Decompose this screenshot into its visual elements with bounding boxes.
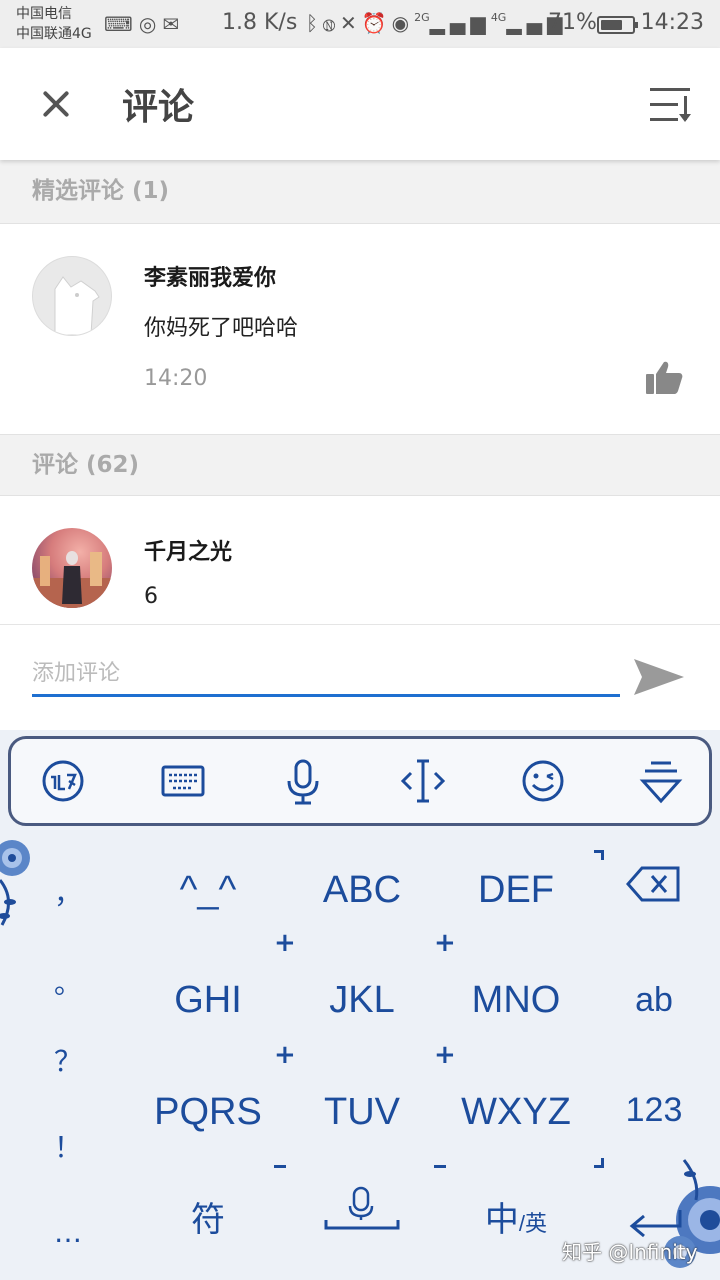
punctuation-key[interactable]: ？ (38, 1040, 98, 1080)
grid-separator: + (274, 1040, 296, 1070)
key-123[interactable]: 123 (574, 1080, 720, 1140)
key-emoticon[interactable]: ^_^ (128, 860, 288, 920)
key-def[interactable]: DEF (436, 860, 596, 920)
featured-section-header: 精选评论 (1) (0, 160, 720, 224)
grid-corner (434, 1158, 446, 1168)
wechat-icon: ✉ (162, 12, 186, 36)
thumbs-up-icon-svg (646, 361, 683, 394)
space-mic-icon[interactable] (282, 1182, 442, 1242)
collapse-keyboard-icon[interactable] (637, 757, 685, 805)
grid-corner (594, 850, 604, 860)
close-icon[interactable] (36, 84, 76, 124)
comments-section-header: 评论 (62) (0, 434, 720, 496)
photo-avatar-image (32, 551, 112, 608)
backspace-icon[interactable] (626, 864, 682, 916)
keyboard-toolbar (8, 736, 712, 826)
cursor-icon[interactable] (399, 757, 447, 805)
battery-percent: 71% (548, 10, 597, 35)
carrier-info: 中国电信 中国联通4G (16, 4, 92, 44)
avatar[interactable] (32, 256, 112, 336)
emoji-icon[interactable] (519, 757, 567, 805)
featured-comment[interactable]: 李素丽我爱你 你妈死了吧哈哈 14:20 (0, 224, 720, 434)
page-title: 评论 (122, 87, 195, 128)
lang-sub: 英 (525, 1211, 548, 1236)
carrier-1: 中国电信 (16, 6, 72, 22)
network-speed: 1.8 K/s (222, 10, 298, 35)
key-jkl[interactable]: JKL (282, 970, 442, 1030)
grid-separator: + (434, 928, 456, 958)
watermark: 知乎 @Infinity (562, 1240, 698, 1264)
key-ghi[interactable]: GHI (128, 970, 288, 1030)
carrier-2: 中国联通4G (16, 26, 92, 42)
key-ab[interactable]: ab (574, 970, 720, 1030)
lang-main: 中 (484, 1201, 519, 1239)
comment-input-bar (0, 624, 720, 730)
key-abc[interactable]: ABC (282, 860, 442, 920)
sort-icon[interactable] (648, 86, 694, 124)
comment-username[interactable]: 李素丽我爱你 (144, 260, 276, 292)
punctuation-key[interactable]: … (38, 1216, 98, 1249)
key-pqrs[interactable]: PQRS (128, 1082, 288, 1142)
battery-icon (597, 16, 638, 34)
thumbs-up-icon[interactable] (644, 360, 684, 396)
grid-separator: + (434, 1040, 456, 1070)
comment-content: 6 (144, 584, 158, 609)
notification-icons: ⌨◎✉ (104, 12, 185, 36)
key-mno[interactable]: MNO (436, 970, 596, 1030)
microphone-icon[interactable] (279, 757, 327, 805)
grid-corner (274, 1158, 286, 1168)
mute-icon: ✕ (340, 11, 362, 35)
keyboard-icon[interactable] (159, 757, 207, 805)
network-label-2g: 2G (414, 11, 430, 24)
grid-corner (594, 1158, 604, 1168)
comment-username[interactable]: 千月之光 (144, 534, 232, 566)
sort-bar (650, 88, 690, 91)
sort-bar (650, 118, 678, 121)
send-icon[interactable] (632, 655, 686, 699)
nfc-icon: Ⓝ (323, 11, 340, 35)
key-tuv[interactable]: TUV (282, 1082, 442, 1142)
default-avatar-icon (54, 276, 100, 335)
signal-icon: ▂▄▆ (429, 11, 491, 35)
avatar[interactable] (32, 528, 112, 608)
key-wxyz[interactable]: WXYZ (436, 1082, 596, 1142)
bluetooth-icon: ᛒ (306, 11, 323, 35)
netease-music-icon: ◎ (138, 12, 163, 36)
send-icon-svg (634, 659, 684, 695)
status-bar: 中国电信 中国联通4G ⌨◎✉ 1.8 K/s ᛒⓃ✕⏰◉2G▂▄▆4G▂▄▆ … (0, 0, 720, 48)
comment-content: 你妈死了吧哈哈 (144, 316, 299, 341)
network-label-4g: 4G (490, 11, 507, 24)
battery-fill (601, 20, 623, 30)
key-symbol[interactable]: 符 (128, 1190, 288, 1250)
system-icons: ᛒⓃ✕⏰◉2G▂▄▆4G▂▄▆ (306, 11, 568, 35)
ime-keyboard: ， 。 ？ ！ … ^_^ ABC DEF GHI JKL MNO PQRS T… (0, 730, 720, 1280)
comment-item[interactable]: 千月之光 6 (0, 496, 720, 624)
comment-input[interactable] (32, 653, 620, 697)
header-bar: 评论 (0, 48, 720, 160)
alarm-icon: ⏰ (361, 11, 392, 35)
status-time: 14:23 (640, 10, 704, 35)
flower-decoration (0, 840, 30, 926)
punctuation-key[interactable]: ， (38, 872, 98, 912)
eye-comfort-icon: ◉ (391, 11, 415, 35)
sort-bar (650, 103, 678, 106)
punctuation-key[interactable]: 。 (38, 962, 98, 1002)
ifly-logo-icon[interactable] (39, 757, 87, 805)
keyboard-icon: ⌨ (104, 12, 139, 36)
sort-arrow-head (679, 114, 691, 122)
punctuation-key[interactable]: ！ (38, 1126, 98, 1166)
comment-time: 14:20 (144, 366, 208, 391)
grid-separator: + (274, 928, 296, 958)
